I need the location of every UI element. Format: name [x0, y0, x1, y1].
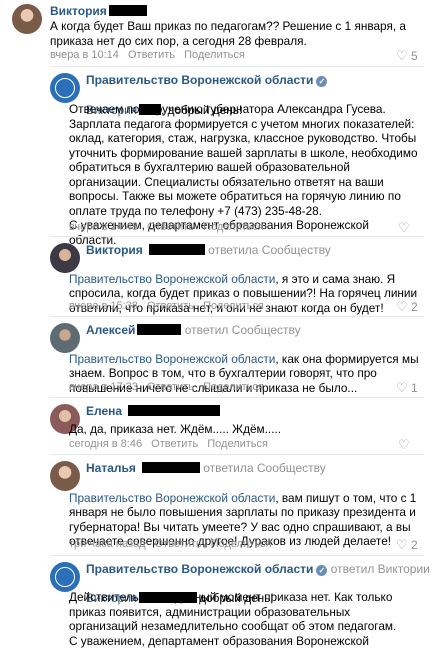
addressee-link[interactable]: Правительство Воронежской области	[69, 352, 275, 366]
divider	[50, 316, 424, 317]
comment-time[interactable]: сегодня в 8:46	[69, 438, 142, 450]
comment-meta: вчера в 17:23 Ответить Поделиться	[69, 381, 264, 393]
comment-time[interactable]: вчера в 14:48	[69, 221, 138, 233]
reply-button[interactable]: Ответить	[147, 381, 194, 393]
comment-author[interactable]: Правительство Воронежской области ✓	[86, 73, 328, 87]
like-button[interactable]: ♡ 2	[396, 537, 418, 553]
comment-author[interactable]: Правительство Воронежской области ✓ ответ…	[86, 562, 430, 576]
like-button[interactable]: ♡ 1	[396, 380, 418, 396]
comment-author[interactable]: Елена	[86, 404, 221, 418]
comment-meta: вчера в 15:38 Ответить Поделиться	[69, 300, 264, 312]
heart-icon: ♡	[398, 437, 410, 452]
divider	[50, 454, 424, 455]
like-button[interactable]: ♡	[398, 220, 410, 236]
heart-icon: ♡	[396, 380, 408, 395]
avatar[interactable]	[12, 4, 42, 34]
addressee-link[interactable]: Правительство Воронежской области	[69, 272, 275, 286]
share-button[interactable]: Поделиться	[203, 300, 264, 312]
share-button[interactable]: Поделиться	[211, 538, 272, 550]
heart-icon: ♡	[396, 299, 408, 314]
share-button[interactable]: Поделиться	[203, 381, 264, 393]
comment-meta: сегодня в 8:46 Ответить Поделиться	[69, 438, 268, 450]
reply-button[interactable]: Ответить	[155, 538, 202, 550]
divider	[50, 66, 424, 67]
comment-author[interactable]: Виктория ответила Сообществу	[86, 243, 331, 257]
verified-check-icon: ✓	[316, 76, 328, 87]
comment-text: Да, да, приказа нет. Ждём..... Ждём.....	[69, 422, 282, 436]
comment-meta: вчера в 10:14 Ответить Поделиться	[50, 49, 245, 61]
comment-author[interactable]: Алексей ответил Сообществу	[86, 323, 301, 337]
reply-button[interactable]: Ответить	[151, 438, 198, 450]
comment-text: А когда будет Ваш приказ по педагогам?? …	[50, 19, 406, 48]
comment-author[interactable]: Виктория	[50, 4, 147, 18]
avatar[interactable]	[50, 562, 80, 592]
reply-button[interactable]: Ответить	[147, 221, 194, 233]
addressee-link[interactable]: Правительство Воронежской области	[69, 491, 275, 505]
comment-text: Действительно, на данный момент приказа …	[69, 590, 397, 648]
reply-button[interactable]: Ответить	[128, 49, 175, 61]
heart-icon: ♡	[398, 220, 410, 235]
avatar[interactable]	[50, 73, 80, 103]
verified-check-icon: ✓	[316, 565, 328, 576]
heart-icon: ♡	[396, 48, 408, 63]
divider	[50, 397, 424, 398]
comment-time[interactable]: вчера в 10:14	[50, 49, 119, 61]
divider	[50, 555, 424, 556]
like-button[interactable]: ♡	[398, 437, 410, 453]
comment-time[interactable]: вчера в 17:23	[69, 381, 138, 393]
comment-author[interactable]: Наталья ответила Сообществу	[86, 461, 326, 475]
comment-meta: три часа назад Ответить Поделиться	[69, 538, 271, 550]
share-button[interactable]: Поделиться	[207, 438, 268, 450]
comment-meta: вчера в 14:48 Ответить Поделиться	[69, 221, 264, 233]
comment-time[interactable]: вчера в 15:38	[69, 300, 138, 312]
divider	[50, 236, 424, 237]
share-button[interactable]: Поделиться	[184, 49, 245, 61]
comment-time[interactable]: три часа назад	[69, 538, 146, 550]
like-button[interactable]: ♡ 2	[396, 299, 418, 315]
reply-button[interactable]: Ответить	[147, 300, 194, 312]
heart-icon: ♡	[396, 537, 408, 552]
share-button[interactable]: Поделиться	[203, 221, 264, 233]
like-button[interactable]: ♡ 5	[396, 48, 418, 64]
